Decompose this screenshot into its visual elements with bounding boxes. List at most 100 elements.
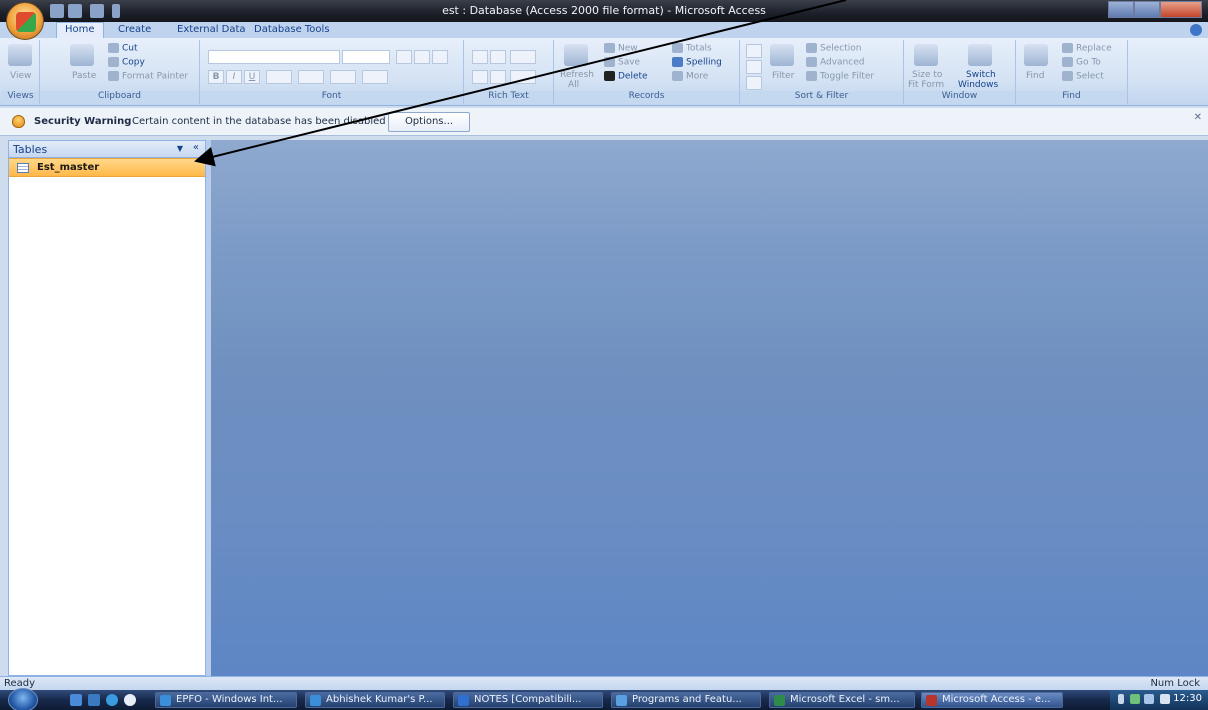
save-icon [604, 57, 615, 67]
window-controls [1108, 1, 1202, 18]
bullets-icon[interactable] [472, 70, 488, 84]
show-hidden-icons-icon[interactable] [1118, 694, 1124, 704]
scissors-icon [108, 43, 119, 53]
alternate-fill-icon[interactable] [362, 70, 388, 84]
taskbar-button[interactable]: Abhishek Kumar's P... [305, 692, 445, 708]
clock[interactable]: 12:30 [1173, 693, 1202, 704]
align-center-icon[interactable] [414, 50, 430, 64]
decrease-indent-icon[interactable] [472, 50, 488, 64]
num-lock-indicator: Num Lock [1150, 678, 1200, 689]
highlight-icon[interactable] [510, 70, 536, 84]
show-desktop-icon[interactable] [70, 694, 82, 706]
chevron-down-icon[interactable]: ▼ [177, 144, 183, 153]
more-icon [672, 71, 683, 81]
sort-descending-icon[interactable] [746, 60, 762, 74]
ie-quicklaunch-icon[interactable] [106, 694, 118, 706]
taskbar-button[interactable]: EPFO - Windows Int... [155, 692, 297, 708]
fill-color-icon[interactable] [298, 70, 324, 84]
access-logo-icon [16, 12, 36, 32]
volume-icon[interactable] [1160, 694, 1170, 704]
filter-funnel-icon [770, 44, 794, 66]
taskbar-button[interactable]: NOTES [Compatibili... [453, 692, 603, 708]
switch-windows-sub: Windows [958, 80, 999, 90]
numbering-icon[interactable] [490, 70, 506, 84]
delete-button[interactable]: Delete [604, 71, 648, 82]
battery-icon[interactable] [1144, 694, 1154, 704]
nav-pane-header[interactable]: Tables ▼ « [9, 141, 205, 158]
filter-button[interactable]: Filter [772, 71, 794, 81]
paste-button[interactable]: Paste [72, 71, 96, 81]
help-icon[interactable] [1190, 24, 1202, 36]
format-painter-button[interactable]: Format Painter [108, 71, 188, 82]
nav-item-est-master[interactable]: Est_master [9, 158, 205, 177]
start-button[interactable] [8, 688, 38, 710]
tab-create[interactable]: Create [118, 24, 151, 35]
maximize-button[interactable] [1134, 1, 1160, 18]
navigation-pane: Tables ▼ « Est_master [8, 140, 206, 676]
refresh-all-sub: All [568, 80, 580, 90]
close-button[interactable] [1160, 1, 1202, 18]
font-size-combo[interactable] [342, 50, 390, 64]
window-title: est : Database (Access 2000 file format)… [442, 4, 766, 17]
sort-ascending-icon[interactable] [746, 44, 762, 58]
network-icon[interactable] [1130, 694, 1140, 704]
spelling-check-icon [672, 57, 683, 67]
tab-database-tools[interactable]: Database Tools [254, 24, 330, 35]
switch-windows-button[interactable]: Switch [966, 70, 996, 80]
font-name-combo[interactable] [208, 50, 340, 64]
office-button[interactable] [6, 2, 44, 40]
copy-button[interactable]: Copy [108, 57, 145, 68]
spelling-button[interactable]: Spelling [672, 57, 722, 68]
refresh-all-button[interactable]: Refresh [560, 70, 594, 80]
sigma-icon [672, 43, 683, 53]
font-color-icon[interactable] [266, 70, 292, 84]
records-group-label: Records [554, 91, 739, 104]
taskbar-button[interactable]: Microsoft Excel - sm... [769, 692, 915, 708]
ribbon: View Views Paste Cut Copy Format Painter… [0, 38, 1208, 106]
window-group-label: Window [904, 91, 1015, 104]
collapse-pane-icon[interactable]: « [193, 142, 199, 153]
selection-button[interactable]: Selection [806, 43, 861, 54]
more-button[interactable]: More [672, 71, 708, 82]
italic-button[interactable]: I [226, 70, 242, 84]
media-quicklaunch-icon[interactable] [124, 694, 136, 706]
align-left-icon[interactable] [396, 50, 412, 64]
underline-button[interactable]: U [244, 70, 260, 84]
view-button[interactable]: View [10, 71, 31, 81]
status-bar: Ready Num Lock [0, 676, 1208, 690]
control-panel-icon [616, 695, 627, 706]
gridlines-icon[interactable] [330, 70, 356, 84]
clear-sort-icon[interactable] [746, 76, 762, 90]
tab-external-data[interactable]: External Data [177, 24, 246, 35]
font-group: B I U Font [200, 40, 464, 104]
table-icon [17, 163, 29, 173]
cut-button[interactable]: Cut [108, 43, 138, 54]
ie-icon [310, 695, 321, 706]
views-group-label: Views [2, 91, 39, 104]
new-record-button[interactable]: New [604, 43, 638, 54]
binoculars-icon [1024, 44, 1048, 66]
align-right-icon[interactable] [432, 50, 448, 64]
paragraph-icon[interactable] [510, 50, 536, 64]
security-warning-title: Security Warning [34, 116, 132, 127]
size-to-fit-sub: Fit Form [908, 80, 945, 90]
save-record-button[interactable]: Save [604, 57, 640, 68]
go-to-button[interactable]: Go To [1062, 57, 1101, 68]
increase-indent-icon[interactable] [490, 50, 506, 64]
bold-button[interactable]: B [208, 70, 224, 84]
find-button[interactable]: Find [1026, 71, 1044, 81]
size-to-fit-button[interactable]: Size to [912, 70, 942, 80]
close-message-bar-icon[interactable]: ✕ [1194, 112, 1202, 123]
taskbar-button-active[interactable]: Microsoft Access - e... [921, 692, 1063, 708]
taskbar-button[interactable]: Programs and Featu... [611, 692, 761, 708]
security-warning-bar: Security Warning Certain content in the … [0, 108, 1208, 136]
options-button[interactable]: Options... [388, 112, 470, 132]
select-button[interactable]: Select [1062, 71, 1104, 82]
totals-button[interactable]: Totals [672, 43, 712, 54]
switch-windows-quicklaunch-icon[interactable] [88, 694, 100, 706]
advanced-button[interactable]: Advanced [806, 57, 864, 68]
replace-button[interactable]: Replace [1062, 43, 1112, 54]
toggle-filter-button[interactable]: Toggle Filter [806, 71, 874, 82]
tab-home[interactable]: Home [56, 22, 104, 38]
minimize-button[interactable] [1108, 1, 1134, 18]
